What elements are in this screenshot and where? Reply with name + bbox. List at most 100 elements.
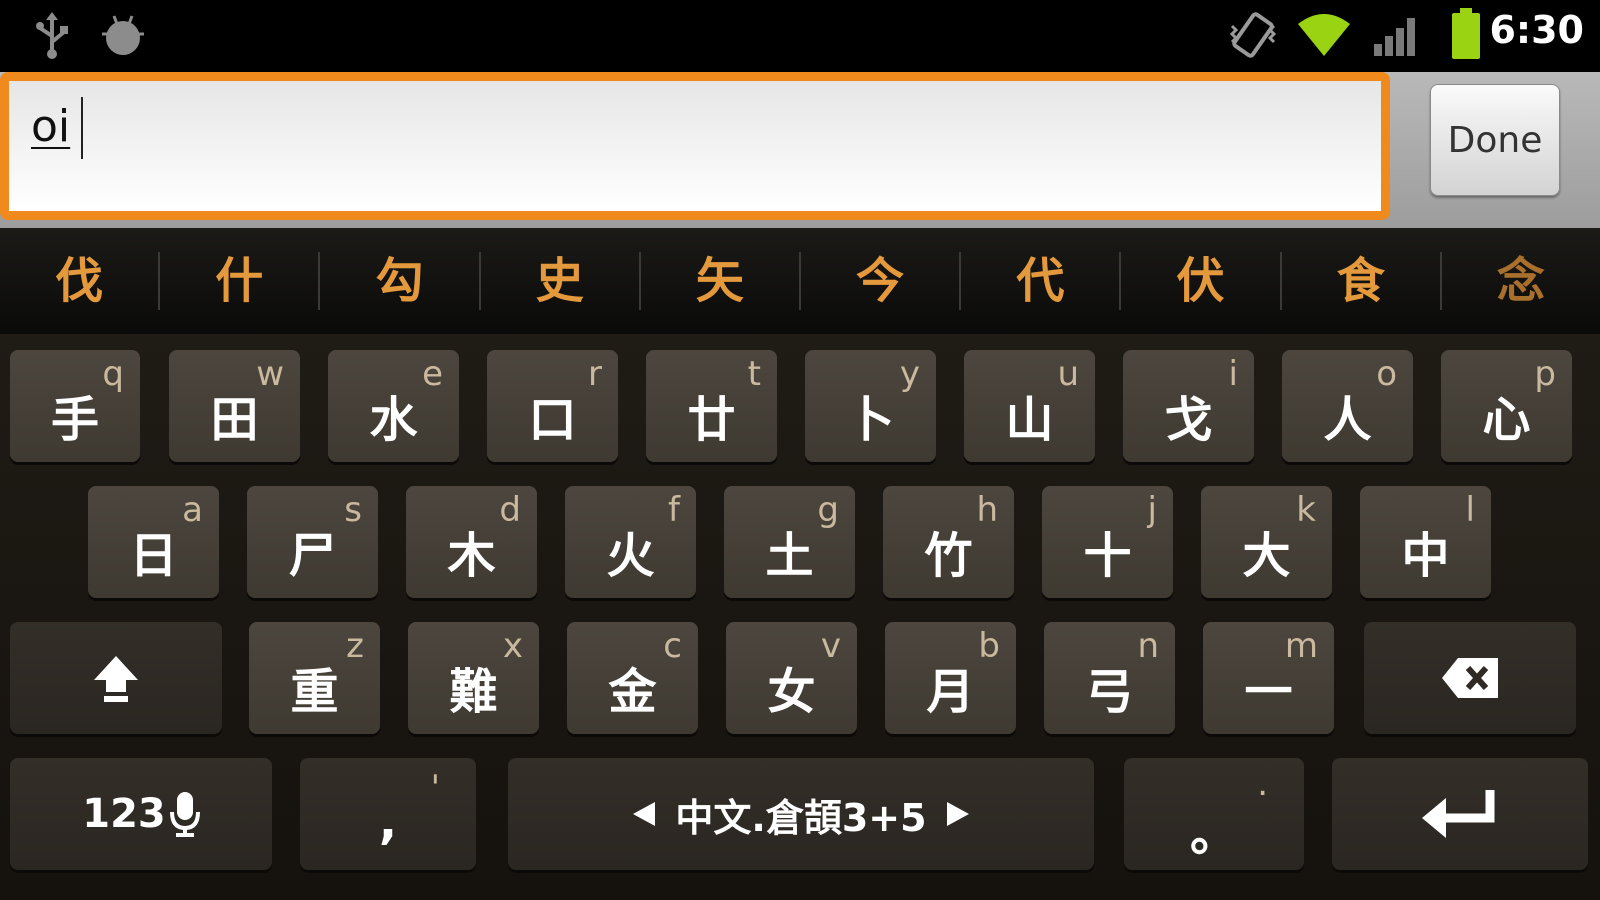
- key-p[interactable]: p 心: [1441, 350, 1572, 462]
- key-radical-label: 女: [767, 664, 816, 720]
- key-h[interactable]: h 竹: [883, 486, 1014, 598]
- key-i[interactable]: i 戈: [1123, 350, 1254, 462]
- input-area: oi Done: [0, 72, 1600, 228]
- key-latin-label: c: [663, 626, 682, 666]
- key-x[interactable]: x 難: [408, 622, 539, 734]
- key-latin-label: t: [747, 354, 761, 394]
- key-radical-label: 十: [1083, 528, 1132, 584]
- text-input-field[interactable]: oi: [0, 72, 1390, 220]
- symbols-key-content: 123: [10, 758, 272, 870]
- key-c[interactable]: c 金: [567, 622, 698, 734]
- key-radical-label: 戈: [1164, 392, 1213, 448]
- backspace-key[interactable]: [1364, 622, 1576, 734]
- key-z[interactable]: z 重: [249, 622, 380, 734]
- period-key[interactable]: . 。: [1124, 758, 1304, 870]
- candidate-6[interactable]: 今: [801, 228, 959, 334]
- key-latin-label: a: [182, 490, 203, 530]
- shift-key[interactable]: [10, 622, 222, 734]
- enter-key[interactable]: [1332, 758, 1588, 870]
- key-radical-label: 木: [447, 528, 496, 584]
- key-l[interactable]: l 中: [1360, 486, 1491, 598]
- key-radical-label: 竹: [924, 528, 973, 584]
- key-latin-label: i: [1228, 354, 1238, 394]
- text-caret: [81, 97, 83, 159]
- key-radical-label: 一: [1244, 664, 1293, 720]
- key-s[interactable]: s 尸: [247, 486, 378, 598]
- key-latin-label: r: [588, 354, 602, 394]
- key-radical-label: 日: [129, 528, 178, 584]
- key-q[interactable]: q 手: [10, 350, 140, 462]
- key-latin-label: p: [1534, 354, 1556, 394]
- candidate-2[interactable]: 什: [160, 228, 318, 334]
- candidate-9[interactable]: 食: [1282, 228, 1440, 334]
- key-a[interactable]: a 日: [88, 486, 219, 598]
- candidate-3[interactable]: 勾: [320, 228, 478, 334]
- key-radical-label: 重: [290, 664, 339, 720]
- key-latin-label: o: [1376, 354, 1397, 394]
- soft-keyboard: q 手 w 田 e 水 r 口 t 廿 y 卜 u 山 i 戈 o 人 p 心 …: [0, 334, 1600, 900]
- candidate-8[interactable]: 伏: [1121, 228, 1279, 334]
- comma-key[interactable]: ' ,: [300, 758, 476, 870]
- key-w[interactable]: w 田: [169, 350, 300, 462]
- key-b[interactable]: b 月: [885, 622, 1016, 734]
- key-latin-label: l: [1465, 490, 1475, 530]
- shift-icon: [10, 622, 222, 734]
- vibrate-icon: [1228, 12, 1278, 62]
- key-j[interactable]: j 十: [1042, 486, 1173, 598]
- key-radical-label: 火: [606, 528, 655, 584]
- key-latin-label: j: [1147, 490, 1157, 530]
- candidate-10[interactable]: 念: [1442, 228, 1600, 334]
- key-n[interactable]: n 弓: [1044, 622, 1175, 734]
- candidate-4[interactable]: 史: [481, 228, 639, 334]
- key-y[interactable]: y 卜: [805, 350, 936, 462]
- key-radical-label: 山: [1005, 392, 1054, 448]
- key-latin-label: n: [1137, 626, 1159, 666]
- key-radical-label: 大: [1242, 528, 1291, 584]
- status-time: 6:30: [1489, 8, 1584, 52]
- key-k[interactable]: k 大: [1201, 486, 1332, 598]
- comma-label: ,: [378, 794, 398, 850]
- key-radical-label: 卜: [846, 392, 895, 448]
- key-d[interactable]: d 木: [406, 486, 537, 598]
- key-latin-label: k: [1296, 490, 1316, 530]
- wifi-icon: [1296, 10, 1352, 62]
- key-radical-label: 中: [1401, 528, 1450, 584]
- key-radical-label: 月: [926, 664, 975, 720]
- key-radical-label: 土: [765, 528, 814, 584]
- language-left-arrow-icon: [633, 802, 656, 826]
- candidate-7[interactable]: 代: [961, 228, 1119, 334]
- key-radical-label: 尸: [288, 528, 337, 584]
- key-u[interactable]: u 山: [964, 350, 1095, 462]
- key-m[interactable]: m 一: [1203, 622, 1334, 734]
- candidate-5[interactable]: 矢: [641, 228, 799, 334]
- key-latin-label: h: [976, 490, 998, 530]
- key-r[interactable]: r 口: [487, 350, 618, 462]
- key-latin-label: f: [668, 490, 680, 530]
- key-g[interactable]: g 土: [724, 486, 855, 598]
- key-latin-label: v: [820, 626, 841, 666]
- key-radical-label: 弓: [1085, 664, 1134, 720]
- key-f[interactable]: f 火: [565, 486, 696, 598]
- key-radical-label: 廿: [687, 392, 736, 448]
- key-v[interactable]: v 女: [726, 622, 857, 734]
- key-radical-label: 水: [369, 392, 418, 448]
- symbols-voice-key[interactable]: 123: [10, 758, 272, 870]
- key-radical-label: 手: [50, 392, 99, 448]
- key-e[interactable]: e 水: [328, 350, 459, 462]
- candidate-1[interactable]: 伐: [0, 228, 158, 334]
- space-key[interactable]: 中文.倉頡3+5: [508, 758, 1094, 870]
- signal-icon: [1372, 14, 1420, 62]
- backspace-icon: [1364, 622, 1576, 734]
- symbols-label: 123: [82, 791, 166, 837]
- key-latin-label: q: [102, 354, 124, 394]
- key-radical-label: 難: [449, 664, 498, 720]
- microphone-icon: [169, 792, 200, 837]
- key-latin-label: d: [499, 490, 521, 530]
- key-latin-label: g: [817, 490, 839, 530]
- key-o[interactable]: o 人: [1282, 350, 1413, 462]
- usb-icon: [32, 12, 72, 64]
- key-t[interactable]: t 廿: [646, 350, 777, 462]
- done-button[interactable]: Done: [1430, 84, 1560, 196]
- key-latin-label: w: [256, 354, 284, 394]
- key-radical-label: 人: [1323, 392, 1372, 448]
